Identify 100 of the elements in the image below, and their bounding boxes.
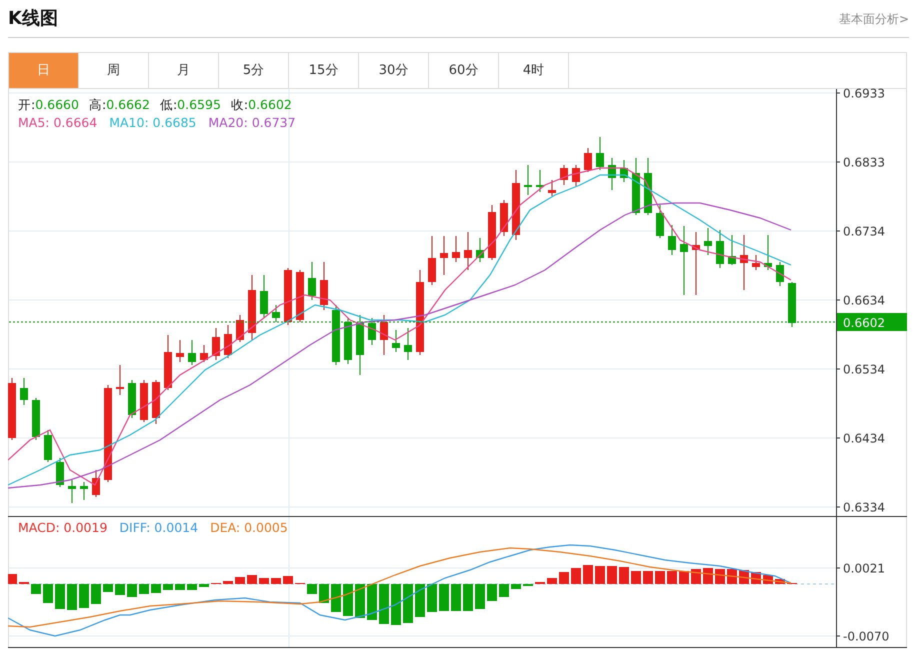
macd-axis-label: -0.0070 xyxy=(843,630,890,644)
candlestick xyxy=(248,274,256,340)
candlestick xyxy=(512,170,520,240)
histogram-bar xyxy=(775,579,785,584)
candlestick xyxy=(80,482,88,500)
candlestick xyxy=(356,314,364,376)
histogram-bar xyxy=(619,567,629,584)
histogram-bar xyxy=(715,569,725,584)
histogram-bar xyxy=(343,584,353,616)
histogram-bar xyxy=(319,584,329,603)
histogram-bar xyxy=(463,584,473,611)
candlestick xyxy=(44,430,52,462)
candlestick xyxy=(536,170,544,192)
candlestick xyxy=(632,158,640,216)
candlestick xyxy=(644,158,652,216)
histogram-bar xyxy=(151,584,161,593)
candlestick xyxy=(704,228,712,256)
histogram-bar xyxy=(91,584,101,604)
candlestick xyxy=(608,158,616,190)
candlestick xyxy=(656,204,664,238)
candlestick xyxy=(764,234,772,270)
price-axis-label: 0.6534 xyxy=(843,362,885,376)
candlestick xyxy=(368,318,376,346)
candlestick xyxy=(560,164,568,186)
candlestick xyxy=(176,340,184,362)
price-legend-item: 高:0.6662 xyxy=(88,97,150,112)
candlestick xyxy=(716,230,724,268)
candlestick xyxy=(740,234,748,290)
macd-legend: DIFF: 0.0014 xyxy=(119,520,198,535)
histogram-bar xyxy=(511,584,521,589)
histogram-bar xyxy=(271,578,281,584)
candlestick xyxy=(572,164,580,186)
candlestick xyxy=(428,236,436,286)
candlestick xyxy=(488,204,496,260)
histogram-bar xyxy=(547,578,557,584)
macd-axis-label: 0.0021 xyxy=(843,562,885,576)
candlestick xyxy=(32,398,40,440)
histogram-bar xyxy=(331,584,341,612)
moving-average-legend: MA10: 0.6685 xyxy=(109,115,196,130)
histogram-bar xyxy=(451,584,461,611)
histogram-bar xyxy=(487,584,497,601)
histogram-bar xyxy=(31,584,41,594)
histogram-bar xyxy=(583,565,593,584)
price-axis-label: 0.6933 xyxy=(843,88,885,100)
histogram-bar xyxy=(259,578,269,584)
candlestick xyxy=(128,380,136,418)
histogram-bar xyxy=(67,584,77,610)
histogram-bar xyxy=(379,584,389,624)
histogram-bar xyxy=(391,584,401,625)
candlestick xyxy=(68,480,76,504)
candlestick xyxy=(116,364,124,396)
candlestick xyxy=(140,380,148,422)
candlestick xyxy=(236,314,244,342)
candlestick xyxy=(164,334,172,390)
candlestick xyxy=(308,262,316,300)
candlestick xyxy=(440,236,448,276)
candlestick xyxy=(728,234,736,266)
candlestick xyxy=(200,344,208,362)
candlestick xyxy=(296,270,304,322)
price-axis-label: 0.6334 xyxy=(843,500,885,514)
histogram-bar xyxy=(103,584,113,592)
candlestick xyxy=(8,378,16,440)
histogram-bar xyxy=(55,584,65,609)
histogram-bar xyxy=(655,571,665,584)
moving-average-legend: MA20: 0.6737 xyxy=(208,115,296,130)
histogram-bar xyxy=(415,584,425,617)
histogram-bar xyxy=(43,584,53,603)
page-title: K线图 xyxy=(8,7,58,31)
histogram-bar xyxy=(223,581,233,584)
histogram-bar xyxy=(595,566,605,584)
candlestick xyxy=(584,148,592,172)
candlestick xyxy=(56,458,64,488)
candlestick xyxy=(596,136,604,170)
histogram-bar xyxy=(163,584,173,590)
candlestick xyxy=(692,232,700,296)
histogram-bar xyxy=(187,584,197,590)
histogram-bar xyxy=(355,584,365,618)
histogram-bar xyxy=(175,584,185,590)
histogram-bar xyxy=(283,576,293,584)
histogram-bar xyxy=(691,569,701,584)
histogram-bar xyxy=(8,574,17,584)
fundamental-analysis-link[interactable]: 基本面分析> xyxy=(838,10,909,28)
candlestick xyxy=(152,380,160,424)
histogram-bar xyxy=(559,572,569,584)
histogram-bar xyxy=(427,584,437,612)
macd-legend: DEA: 0.0005 xyxy=(210,520,288,535)
current-price-marker: 0.6602 xyxy=(837,313,907,331)
price-axis-label: 0.6634 xyxy=(843,294,885,308)
candlestick xyxy=(20,378,28,406)
candlestick xyxy=(752,254,760,270)
candlestick xyxy=(224,324,232,358)
candlestick xyxy=(380,314,388,356)
moving-average-legend: MA5: 0.6664 xyxy=(18,115,98,130)
price-legend-item: 开:0.6660 xyxy=(18,97,79,112)
histogram-bar xyxy=(139,584,149,594)
price-legend-item: 收:0.6602 xyxy=(230,97,292,112)
candlestick xyxy=(788,282,796,328)
histogram-bar xyxy=(127,584,137,597)
histogram-bar xyxy=(367,584,377,620)
candlestick xyxy=(92,470,100,498)
